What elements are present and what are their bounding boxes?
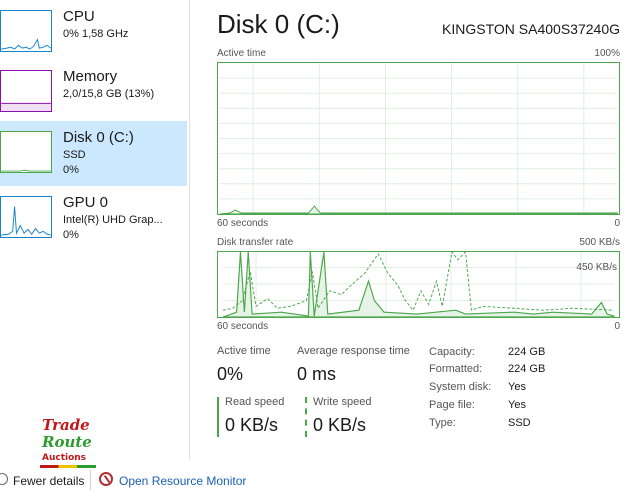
active-time-series <box>219 205 618 214</box>
capacity-value: 224 GB <box>508 346 546 358</box>
sidebar-item-detail: SSD <box>63 149 86 161</box>
read-speed-indicator <box>217 397 219 437</box>
sidebar-item-title: Disk 0 (C:) <box>63 129 134 146</box>
write-speed-value: 0 KB/s <box>313 415 367 435</box>
type-label: Type: <box>429 417 456 429</box>
transfer-chart-max: 500 KB/s <box>579 237 620 248</box>
write-speed-label: Write speed <box>313 396 372 408</box>
active-time-chart-label: Active time <box>217 48 266 59</box>
active-time-chart-min: 0 <box>614 218 620 229</box>
active-time-label: Active time <box>217 345 271 357</box>
logo-line: Route <box>42 433 92 451</box>
sidebar-item-detail: Intel(R) UHD Grap... <box>63 214 163 226</box>
active-time-chart-max: 100% <box>594 48 620 59</box>
transfer-chart-inner-mark: 450 KB/s <box>576 262 617 273</box>
transfer-chart-span: 60 seconds <box>217 321 269 332</box>
page-file-label: Page file: <box>429 399 475 411</box>
gpu-sparkline <box>0 196 52 238</box>
sidebar-item-memory[interactable]: Memory 2,0/15,8 GB (13%) <box>0 60 187 124</box>
formatted-label: Formatted: <box>429 363 483 375</box>
sidebar-item-title: CPU <box>63 8 95 25</box>
capacity-label: Capacity: <box>429 346 475 358</box>
sidebar-item-disk[interactable]: Disk 0 (C:) SSD 0% <box>0 121 187 186</box>
response-time-label: Average response time <box>297 345 410 357</box>
transfer-chart-plot <box>222 252 615 317</box>
sidebar-item-usage: 0% <box>63 164 79 176</box>
footer-divider <box>90 470 91 490</box>
page-file-value: Yes <box>508 399 526 411</box>
transfer-chart: 450 KB/s <box>217 251 620 318</box>
transfer-chart-min: 0 <box>614 321 620 332</box>
active-time-value: 0% <box>217 364 244 384</box>
write-rate-series <box>222 252 615 312</box>
page-title: Disk 0 (C:) <box>217 9 340 39</box>
system-disk-value: Yes <box>508 381 526 393</box>
sidebar-item-detail: 2,0/15,8 GB (13%) <box>63 88 155 100</box>
transfer-chart-label: Disk transfer rate <box>217 237 294 248</box>
disk-sparkline <box>0 131 52 173</box>
logo-line: Trade <box>42 416 90 434</box>
disk-model: KINGSTON SA400S37240G <box>442 21 620 37</box>
read-speed-value: 0 KB/s <box>225 415 279 435</box>
active-time-chart <box>217 62 620 215</box>
system-disk-label: System disk: <box>429 381 492 393</box>
footer-bar <box>0 460 640 500</box>
active-time-chart-span: 60 seconds <box>217 218 269 229</box>
open-resource-monitor-link[interactable]: Open Resource Monitor <box>119 474 246 488</box>
write-speed-indicator <box>305 397 307 437</box>
sidebar-item-gpu[interactable]: GPU 0 Intel(R) UHD Grap... 0% <box>0 186 187 250</box>
resource-monitor-icon[interactable] <box>99 472 113 486</box>
sidebar-item-title: GPU 0 <box>63 194 109 211</box>
type-value: SSD <box>508 417 531 429</box>
response-time-value: 0 ms <box>297 364 337 384</box>
read-speed-label: Read speed <box>225 396 285 408</box>
sidebar-item-title: Memory <box>63 68 118 85</box>
performance-sidebar: CPU 0% 1,58 GHz Memory 2,0/15,8 GB (13%)… <box>0 0 190 460</box>
fewer-details-button[interactable]: Fewer details <box>13 474 84 488</box>
sidebar-item-cpu[interactable]: CPU 0% 1,58 GHz <box>0 0 187 64</box>
chart-grid <box>219 63 618 214</box>
memory-sparkline <box>0 70 52 112</box>
sidebar-item-detail: 0% 1,58 GHz <box>63 28 129 40</box>
sidebar-item-usage: 0% <box>63 229 79 241</box>
formatted-value: 224 GB <box>508 363 546 375</box>
cpu-sparkline <box>0 10 52 52</box>
